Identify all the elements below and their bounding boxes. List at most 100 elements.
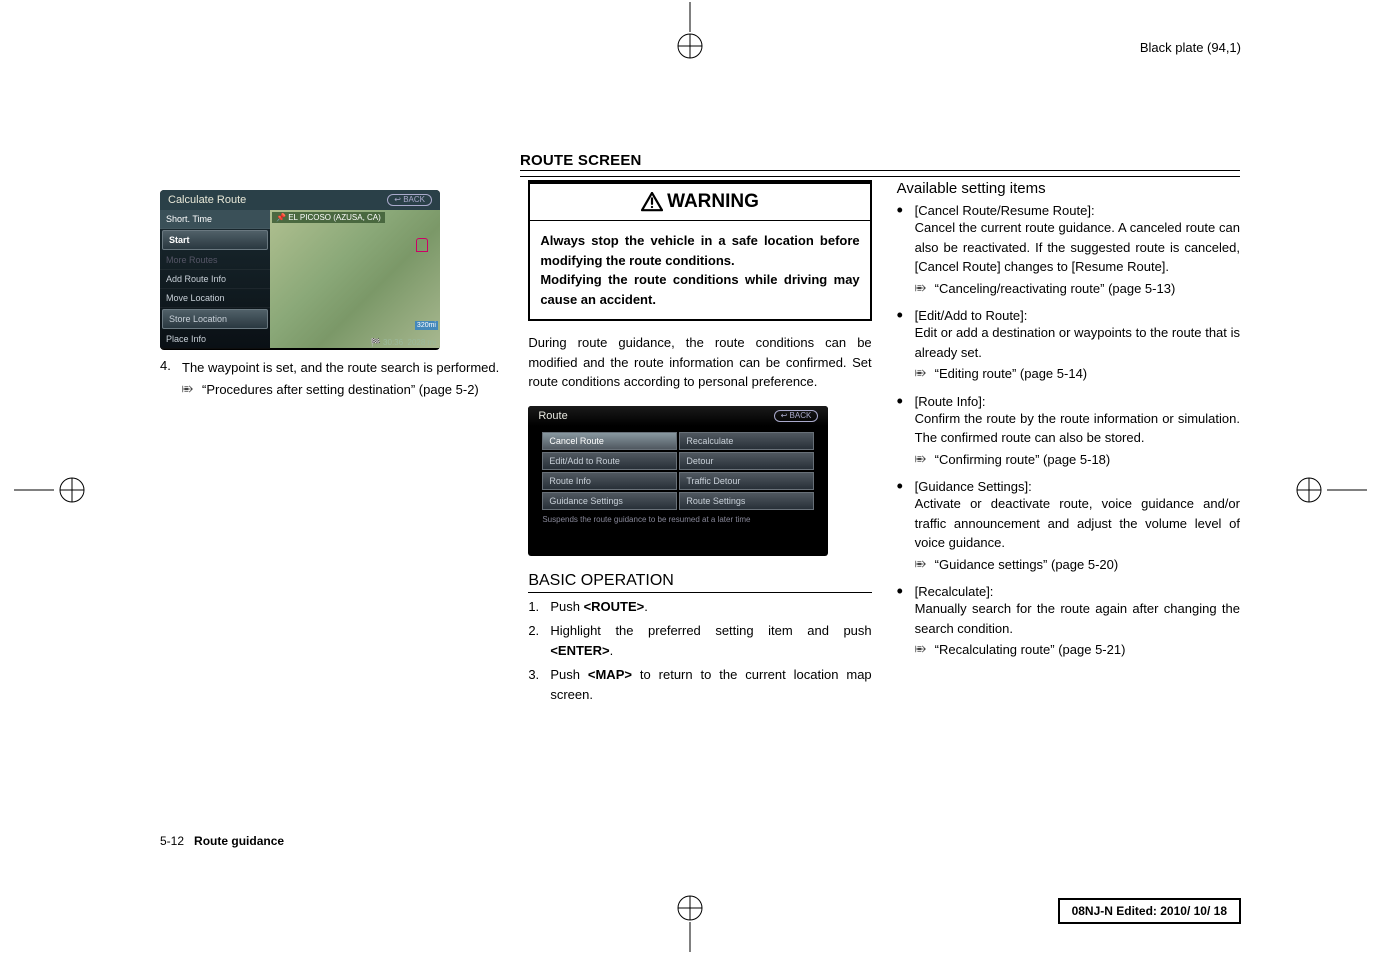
xref-text: “Confirming route” (page 5-18) xyxy=(935,450,1111,470)
ss2-cell: Guidance Settings xyxy=(542,492,677,510)
ss2-cell: Recalculate xyxy=(679,432,814,450)
bullet-desc: Cancel the current route guidance. A can… xyxy=(915,218,1240,277)
key-label: <MAP> xyxy=(588,667,632,682)
ss2-cell: Edit/Add to Route xyxy=(542,452,677,470)
bullet-dot: • xyxy=(897,308,915,323)
key-label: <ENTER> xyxy=(550,643,609,658)
xref-icon xyxy=(915,555,935,575)
bullet-dot: • xyxy=(897,394,915,409)
step-text: Push <ROUTE>. xyxy=(550,597,648,617)
back-icon: ↩ BACK xyxy=(387,194,432,206)
bullet-label: [Route Info]: xyxy=(915,394,986,409)
xref: “Recalculating route” (page 5-21) xyxy=(915,640,1240,660)
route-menu-screenshot: Route ↩ BACK Cancel Route Recalculate Ed… xyxy=(528,406,828,556)
reg-mark-right xyxy=(1267,470,1367,510)
step-number: 3. xyxy=(528,665,550,704)
steps-list: 1.Push <ROUTE>.2.Highlight the preferred… xyxy=(528,597,871,710)
calculate-route-screenshot: Calculate Route ↩ BACK Short. Time Start… xyxy=(160,190,440,350)
bullet-label: [Edit/Add to Route]: xyxy=(915,308,1028,323)
warning-title: WARNING xyxy=(530,184,869,221)
ss-item: Add Route Info xyxy=(160,270,270,289)
ss-item: Move Location xyxy=(160,289,270,308)
bullet-body: Confirm the route by the route informati… xyxy=(915,409,1240,470)
bullet-desc: Confirm the route by the route informati… xyxy=(915,409,1240,448)
ss-item: Short. Time xyxy=(160,210,270,229)
xref-text: “Editing route” (page 5-14) xyxy=(935,364,1087,384)
bullet-item: •[Edit/Add to Route]:Edit or add a desti… xyxy=(897,308,1240,384)
xref-text: “Recalculating route” (page 5-21) xyxy=(935,640,1126,660)
xref-text: “Guidance settings” (page 5-20) xyxy=(935,555,1119,575)
ss-item: Store Location xyxy=(162,309,268,329)
plate-label: Black plate (94,1) xyxy=(1140,40,1241,55)
step-number: 4. xyxy=(160,358,182,399)
ss-title: Calculate Route xyxy=(168,194,246,206)
bullet-desc: Manually search for the route again afte… xyxy=(915,599,1240,638)
xref: “Confirming route” (page 5-18) xyxy=(915,450,1240,470)
bullet-body: Activate or deactivate route, voice guid… xyxy=(915,494,1240,574)
warning-para: Always stop the vehicle in a safe locati… xyxy=(540,231,859,270)
bullet-body: Manually search for the route again afte… xyxy=(915,599,1240,660)
back-icon: ↩ BACK xyxy=(774,410,819,422)
warning-box: WARNING Always stop the vehicle in a saf… xyxy=(528,180,871,321)
warning-para: Modifying the route conditions while dri… xyxy=(540,270,859,309)
ss-item: Place Info xyxy=(160,330,270,349)
reg-mark-left xyxy=(14,470,114,510)
column-right: Available setting items •[Cancel Route/R… xyxy=(897,130,1240,850)
bullet-item: •[Guidance Settings]:Activate or deactiv… xyxy=(897,479,1240,574)
ss2-cell: Cancel Route xyxy=(542,432,677,450)
bullet-desc: Activate or deactivate route, voice guid… xyxy=(915,494,1240,553)
step-item: 3.Push <MAP> to return to the current lo… xyxy=(528,665,871,704)
column-center: WARNING Always stop the vehicle in a saf… xyxy=(528,130,871,850)
bullet-dot: • xyxy=(897,479,915,494)
ss2-cell: Detour xyxy=(679,452,814,470)
xref-text: “Procedures after setting destination” (… xyxy=(202,380,479,400)
xref-text: “Canceling/reactivating route” (page 5-1… xyxy=(935,279,1176,299)
ss-item: More Routes xyxy=(160,251,270,270)
step-text: Highlight the preferred setting item and… xyxy=(550,621,871,660)
xref-icon xyxy=(915,364,935,384)
ss2-cell: Route Settings xyxy=(679,492,814,510)
reg-mark-top xyxy=(650,2,730,62)
xref-icon xyxy=(915,450,935,470)
xref: “Editing route” (page 5-14) xyxy=(915,364,1240,384)
bullet-desc: Edit or add a destination or waypoints t… xyxy=(915,323,1240,362)
ss2-title: Route xyxy=(538,410,567,422)
bullets-list: •[Cancel Route/Resume Route]:Cancel the … xyxy=(897,203,1240,670)
xref: “Guidance settings” (page 5-20) xyxy=(915,555,1240,575)
ss2-cell: Route Info xyxy=(542,472,677,490)
reg-mark-bottom xyxy=(650,892,730,952)
bullet-label: [Recalculate]: xyxy=(915,584,994,599)
bullet-label: [Guidance Settings]: xyxy=(915,479,1032,494)
ss-scale: 320mi xyxy=(415,321,438,330)
column-left: Calculate Route ↩ BACK Short. Time Start… xyxy=(160,130,503,850)
key-label: <ROUTE> xyxy=(584,599,645,614)
warning-triangle-icon xyxy=(641,192,663,212)
intro-para: During route guidance, the route conditi… xyxy=(528,333,871,392)
ss-item: Start xyxy=(162,230,268,250)
step-item: 1.Push <ROUTE>. xyxy=(528,597,871,617)
step-number: 1. xyxy=(528,597,550,617)
step-text: The waypoint is set, and the route searc… xyxy=(182,360,499,375)
basic-operation-heading: BASIC OPERATION xyxy=(528,572,871,593)
bullet-dot: • xyxy=(897,203,915,218)
bullet-item: •[Cancel Route/Resume Route]:Cancel the … xyxy=(897,203,1240,298)
bullet-body: Cancel the current route guidance. A can… xyxy=(915,218,1240,298)
xref-icon xyxy=(915,640,935,660)
edit-stamp: 08NJ-N Edited: 2010/ 10/ 18 xyxy=(1058,898,1241,924)
bullet-dot: • xyxy=(897,584,915,599)
xref-icon xyxy=(182,380,202,400)
bullet-item: •[Route Info]:Confirm the route by the r… xyxy=(897,394,1240,470)
bullet-body: Edit or add a destination or waypoints t… xyxy=(915,323,1240,384)
step-item: 2.Highlight the preferred setting item a… xyxy=(528,621,871,660)
bullet-label: [Cancel Route/Resume Route]: xyxy=(915,203,1095,218)
xref: “Canceling/reactivating route” (page 5-1… xyxy=(915,279,1240,299)
available-items-heading: Available setting items xyxy=(897,180,1240,197)
bullet-item: •[Recalculate]:Manually search for the r… xyxy=(897,584,1240,660)
ss-dest: 📌 EL PICOSO (AZUSA, CA) xyxy=(272,212,385,223)
step-number: 2. xyxy=(528,621,550,660)
ss-page: 1/6 xyxy=(160,349,270,350)
step-text: Push <MAP> to return to the current loca… xyxy=(550,665,871,704)
ss-map: 📌 EL PICOSO (AZUSA, CA) 320mi 🏁 30:36 20… xyxy=(270,210,440,348)
page-footer: 5-12 Route guidance xyxy=(160,833,1240,848)
ss2-footer: Suspends the route guidance to be resume… xyxy=(528,510,828,529)
